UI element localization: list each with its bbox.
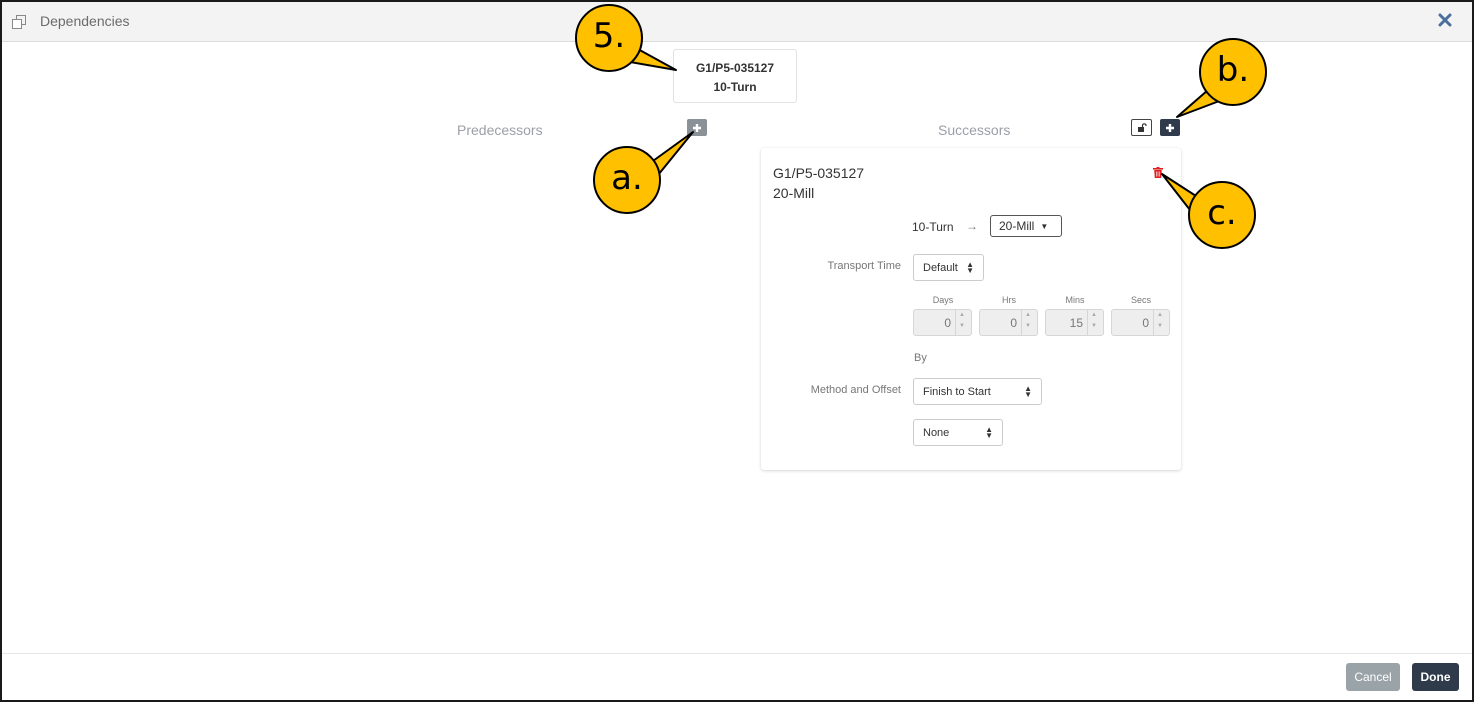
successors-heading: Successors [938,122,1011,138]
method-select[interactable]: Finish to Start ▲ ▼ [913,378,1042,405]
updown-arrows-icon: ▲ ▼ [1024,383,1032,399]
successor-operation-dropdown[interactable]: 20-Mill ▼ [990,215,1062,237]
transport-time-select[interactable]: Default ▲ ▼ [913,254,984,281]
flow-arrow: → [966,219,978,233]
offset-value: None [923,426,950,439]
successor-card: G1/P5-035127 20-Mill 10-Turn → 20-Mill ▼… [761,148,1181,470]
method-value: Finish to Start [923,385,991,398]
successor-operation-value: 20-Mill [999,219,1035,233]
footer-divider [2,653,1472,654]
close-icon[interactable] [1438,13,1452,27]
minutes-label: Mins [1065,295,1085,305]
chevron-up-icon[interactable]: ▲ [1025,312,1031,318]
hours-stepper-arrows[interactable]: ▲ ▼ [1021,310,1037,335]
seconds-stepper[interactable]: 0 ▲ ▼ [1111,309,1170,336]
days-stepper-arrows[interactable]: ▲ ▼ [955,310,971,335]
predecessors-heading: Predecessors [457,122,543,138]
cancel-button[interactable]: Cancel [1346,663,1400,691]
chevron-down-icon[interactable]: ▼ [1025,323,1031,329]
days-label: Days [932,295,954,305]
transport-time-value: Default [923,261,958,274]
by-label: By [914,352,927,364]
chevron-up-icon[interactable]: ▲ [1157,312,1163,318]
method-offset-label: Method and Offset [810,384,901,396]
seconds-value: 0 [1142,316,1149,330]
seconds-stepper-arrows[interactable]: ▲ ▼ [1153,310,1169,335]
minutes-value: 15 [1069,316,1083,330]
trash-icon[interactable] [1153,167,1163,178]
seconds-label: Secs [1130,295,1151,305]
offset-select[interactable]: None ▲ ▼ [913,419,1003,446]
updown-arrows-icon: ▲ ▼ [985,424,993,440]
successor-operation-label: 20-Mill [773,185,815,201]
successor-title: G1/P5-035127 20-Mill [773,163,864,203]
successor-order-label: G1/P5-035127 [773,165,865,181]
updown-arrows-icon: ▲ ▼ [966,259,974,275]
hours-label: Hrs [1002,295,1016,305]
days-value: 0 [944,316,951,330]
add-predecessor-button[interactable] [687,119,707,136]
current-operation-node: G1/P5-035127 10-Turn [673,49,797,103]
flow-from-operation: 10-Turn [912,220,954,234]
chevron-down-icon[interactable]: ▼ [1091,323,1097,329]
add-successor-button[interactable] [1160,119,1180,136]
node-operation-label: 10-Turn [713,80,757,94]
dependencies-dialog: Dependencies G1/P5-035127 10-Turn Predec… [0,0,1474,702]
chevron-up-icon[interactable]: ▲ [959,312,965,318]
done-button[interactable]: Done [1412,663,1459,691]
unlock-icon [1137,123,1147,132]
plus-icon [693,123,701,132]
days-stepper[interactable]: 0 ▲ ▼ [913,309,972,336]
dialog-title: Dependencies [40,13,130,29]
minutes-stepper[interactable]: 15 ▲ ▼ [1045,309,1104,336]
callout-c-label: c. [1207,193,1237,233]
minutes-stepper-arrows[interactable]: ▲ ▼ [1087,310,1103,335]
chevron-down-icon[interactable]: ▼ [959,323,965,329]
dialog-titlebar: Dependencies [2,2,1472,42]
caret-down-icon: ▼ [1040,221,1049,231]
transport-time-label: Transport Time [827,260,901,272]
callout-b-label: b. [1216,50,1250,90]
callout-a-label: a. [611,158,643,198]
hours-value: 0 [1010,316,1017,330]
node-order-label: G1/P5-035127 [695,61,775,75]
copy-icon [12,15,26,29]
plus-icon [1166,123,1174,132]
chevron-up-icon[interactable]: ▲ [1091,312,1097,318]
lock-toggle-button[interactable] [1131,119,1152,136]
callout-5-label: 5. [592,16,626,56]
chevron-down-icon[interactable]: ▼ [1157,323,1163,329]
hours-stepper[interactable]: 0 ▲ ▼ [979,309,1038,336]
